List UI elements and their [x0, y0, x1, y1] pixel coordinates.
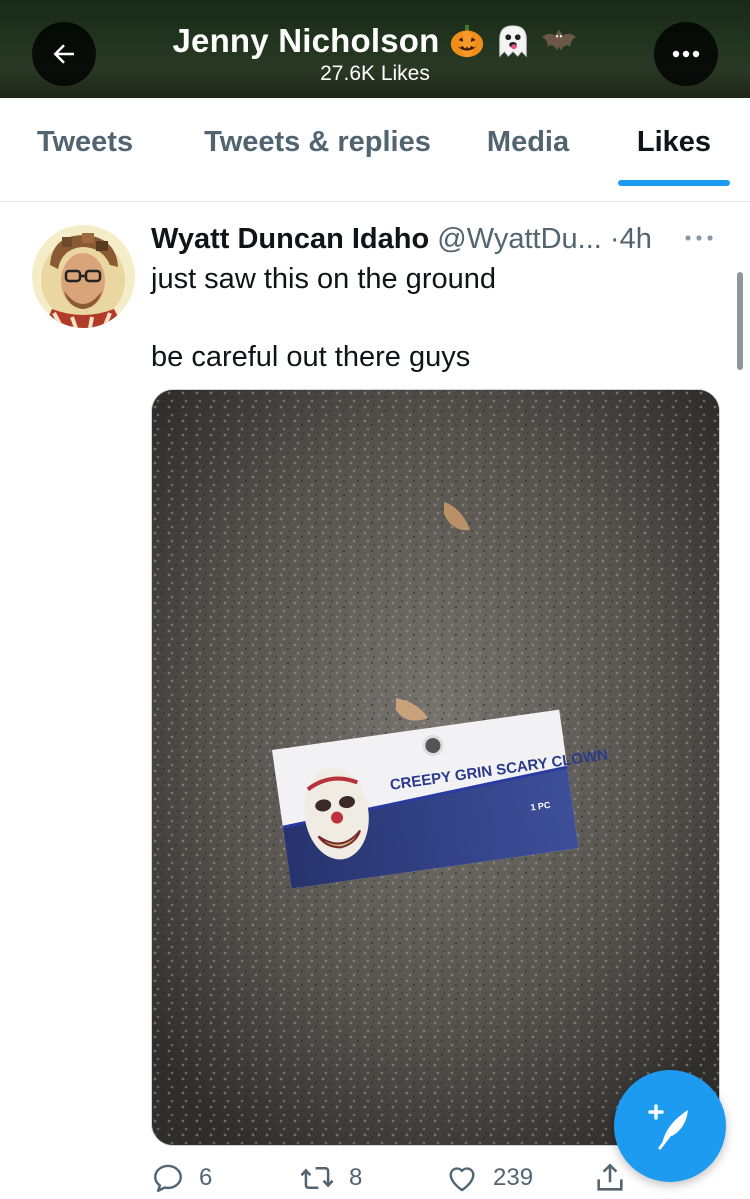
likes-count: 27.6K Likes [320, 62, 430, 85]
header-title-row: Jenny Nicholson [172, 20, 577, 62]
tab-divider [0, 187, 750, 202]
profile-header: Jenny Nicholson 27.6K Likes [0, 0, 750, 98]
media-photo: CREEPY GRIN SCARY CLOWN 1 PC [152, 390, 719, 1145]
like-count: 239 [493, 1164, 534, 1191]
tab-likes[interactable]: Likes [618, 98, 730, 187]
avatar-image [32, 225, 135, 328]
reply-icon [154, 1164, 182, 1192]
heart-icon [449, 1167, 475, 1192]
reply-button[interactable]: 6 [151, 1158, 212, 1198]
tab-tweets-replies[interactable]: Tweets & replies [190, 98, 445, 187]
tweet-header: Wyatt Duncan Idaho @WyattDu... ·4h [151, 218, 731, 260]
tweet-media[interactable]: CREEPY GRIN SCARY CLOWN 1 PC [151, 389, 720, 1146]
tweet-text-blank [151, 299, 721, 338]
scrollbar[interactable] [737, 272, 743, 370]
retweet-icon [300, 1167, 334, 1189]
share-button[interactable] [593, 1158, 627, 1198]
tweet-more-icon[interactable] [683, 226, 715, 250]
back-button[interactable] [32, 22, 96, 86]
pumpkin-emoji [450, 24, 483, 58]
tweet-time[interactable]: 4h [620, 223, 652, 255]
bat-emoji [541, 29, 576, 51]
author-handle[interactable]: @WyattDu... [437, 223, 602, 255]
share-icon [597, 1163, 623, 1191]
tweet-text: just saw this on the ground be careful o… [151, 260, 721, 377]
time-separator: · [609, 223, 620, 255]
compose-tweet-button[interactable] [614, 1070, 726, 1182]
tweet-text-line: be careful out there guys [151, 341, 471, 373]
tweet-actions: 6 8 239 [151, 1158, 711, 1198]
tab-media[interactable]: Media [470, 98, 586, 187]
tab-tweets[interactable]: Tweets [15, 98, 155, 187]
header-title-block: Jenny Nicholson 27.6K Likes [100, 20, 650, 87]
reply-count: 6 [199, 1164, 213, 1191]
more-horizontal-icon [672, 50, 700, 58]
profile-tabs: Tweets Tweets & replies Media Likes [0, 98, 750, 188]
active-tab-indicator [618, 180, 730, 186]
avatar[interactable] [32, 225, 135, 328]
retweet-count: 8 [349, 1164, 363, 1191]
profile-name: Jenny Nicholson [172, 22, 440, 59]
compose-feather-icon [648, 1104, 688, 1150]
tweet-text-line: just saw this on the ground [151, 263, 496, 295]
author-name[interactable]: Wyatt Duncan Idaho [151, 223, 429, 255]
retweet-button[interactable]: 8 [299, 1158, 362, 1198]
arrow-left-icon [53, 44, 74, 64]
ghost-emoji [498, 25, 527, 58]
like-button[interactable]: 239 [445, 1158, 533, 1198]
more-button[interactable] [654, 22, 718, 86]
